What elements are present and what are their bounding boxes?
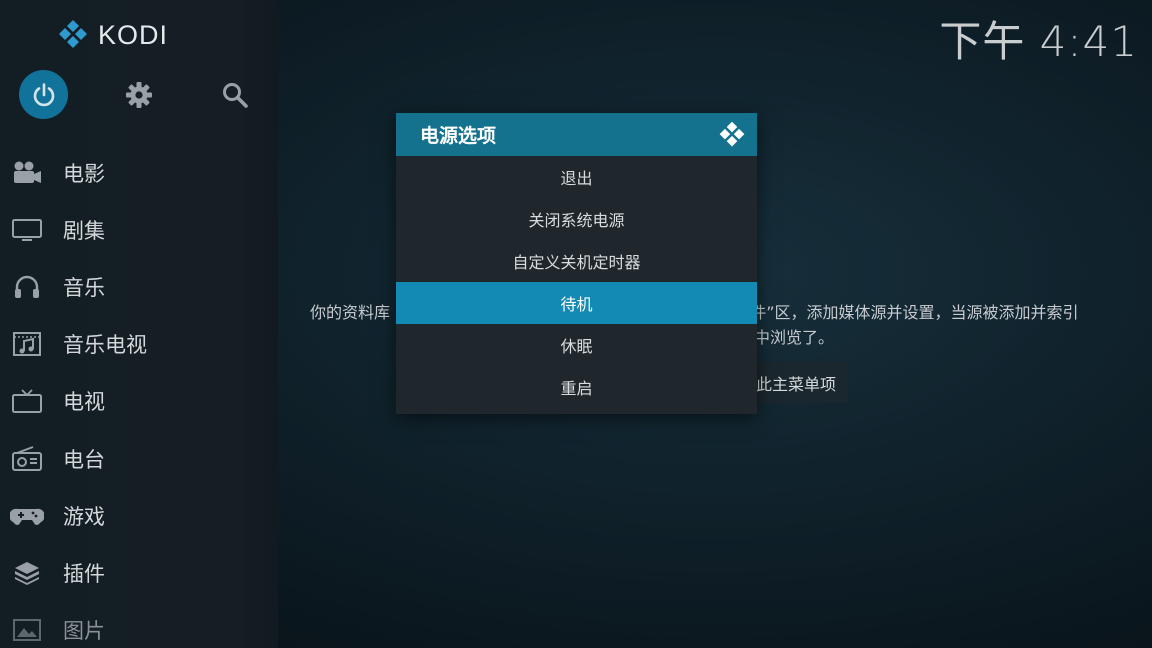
option-custom-shutdown-timer[interactable]: 自定义关机定时器 [396, 240, 757, 282]
power-options-list: 退出 关闭系统电源 自定义关机定时器 待机 休眠 重启 [396, 156, 757, 408]
dialog-title: 电源选项 [420, 125, 497, 147]
main-menu: 电影 剧集 音乐 音乐电视 电视 电台 游戏 插件 图片 [0, 144, 278, 648]
sidebar-item-label: 音乐电视 [63, 333, 147, 358]
sidebar-item-tv[interactable]: 电视 [0, 373, 278, 430]
kodi-home-screen: KODI 电影 剧集 音乐 音乐电视 电视 电台 游戏 插件 图片 下午 4:4… [0, 0, 1152, 648]
sidebar-item-label: 音乐 [63, 275, 105, 300]
option-power-off[interactable]: 关闭系统电源 [396, 198, 757, 240]
headphones-icon [10, 273, 44, 301]
sidebar-item-music-videos[interactable]: 音乐电视 [0, 316, 278, 373]
power-options-dialog: 电源选项 退出 关闭系统电源 自定义关机定时器 待机 休眠 重启 [396, 113, 757, 414]
movie-camera-icon [10, 159, 44, 187]
sidebar-item-music[interactable]: 音乐 [0, 258, 278, 315]
monitor-icon [10, 216, 44, 244]
sidebar-item-tvshows[interactable]: 剧集 [0, 201, 278, 258]
gamepad-icon [10, 502, 44, 530]
addons-box-icon [10, 559, 44, 587]
music-video-icon [10, 330, 44, 358]
sidebar: KODI 电影 剧集 音乐 音乐电视 电视 电台 游戏 插件 图片 [0, 0, 278, 648]
sidebar-item-movies[interactable]: 电影 [0, 144, 278, 201]
kodi-logo-icon [719, 121, 745, 146]
search-button[interactable] [220, 80, 250, 110]
info-text-right: 件”区，添加媒体源并设置，当源被添加并索引 [750, 303, 1079, 322]
sidebar-item-label: 图片 [63, 619, 105, 644]
option-hibernate[interactable]: 休眠 [396, 324, 757, 366]
info-text-left: 你的资料库 [310, 303, 391, 322]
clock: 下午 4:41 [939, 17, 1138, 66]
settings-button[interactable] [124, 80, 154, 110]
sidebar-item-label: 电台 [63, 447, 105, 472]
sidebar-item-radio[interactable]: 电台 [0, 430, 278, 487]
radio-icon [10, 445, 44, 473]
sidebar-item-pictures[interactable]: 图片 [0, 602, 278, 648]
search-icon [223, 83, 248, 108]
app-name: KODI [98, 19, 169, 50]
gear-icon [126, 82, 152, 108]
sidebar-item-label: 电视 [63, 390, 105, 415]
sidebar-item-addons[interactable]: 插件 [0, 544, 278, 601]
kodi-logo: KODI [56, 18, 168, 52]
sidebar-item-games[interactable]: 游戏 [0, 487, 278, 544]
kodi-logo-icon [59, 20, 87, 48]
tv-icon [10, 387, 44, 415]
power-icon [33, 82, 54, 106]
sidebar-item-label: 插件 [63, 561, 105, 586]
dialog-header: 电源选项 [396, 113, 757, 156]
sidebar-item-label: 游戏 [63, 504, 105, 529]
info-text-line2: 中浏览了。 [754, 328, 835, 347]
option-exit[interactable]: 退出 [396, 156, 757, 198]
sidebar-item-label: 剧集 [63, 218, 105, 243]
remove-menu-item-label: 此主菜单项 [755, 374, 836, 394]
option-reboot[interactable]: 重启 [396, 366, 757, 408]
power-button[interactable] [19, 70, 68, 119]
option-standby[interactable]: 待机 [396, 282, 757, 324]
picture-icon [10, 616, 44, 644]
sidebar-item-label: 电影 [63, 161, 105, 186]
top-buttons [0, 70, 278, 122]
